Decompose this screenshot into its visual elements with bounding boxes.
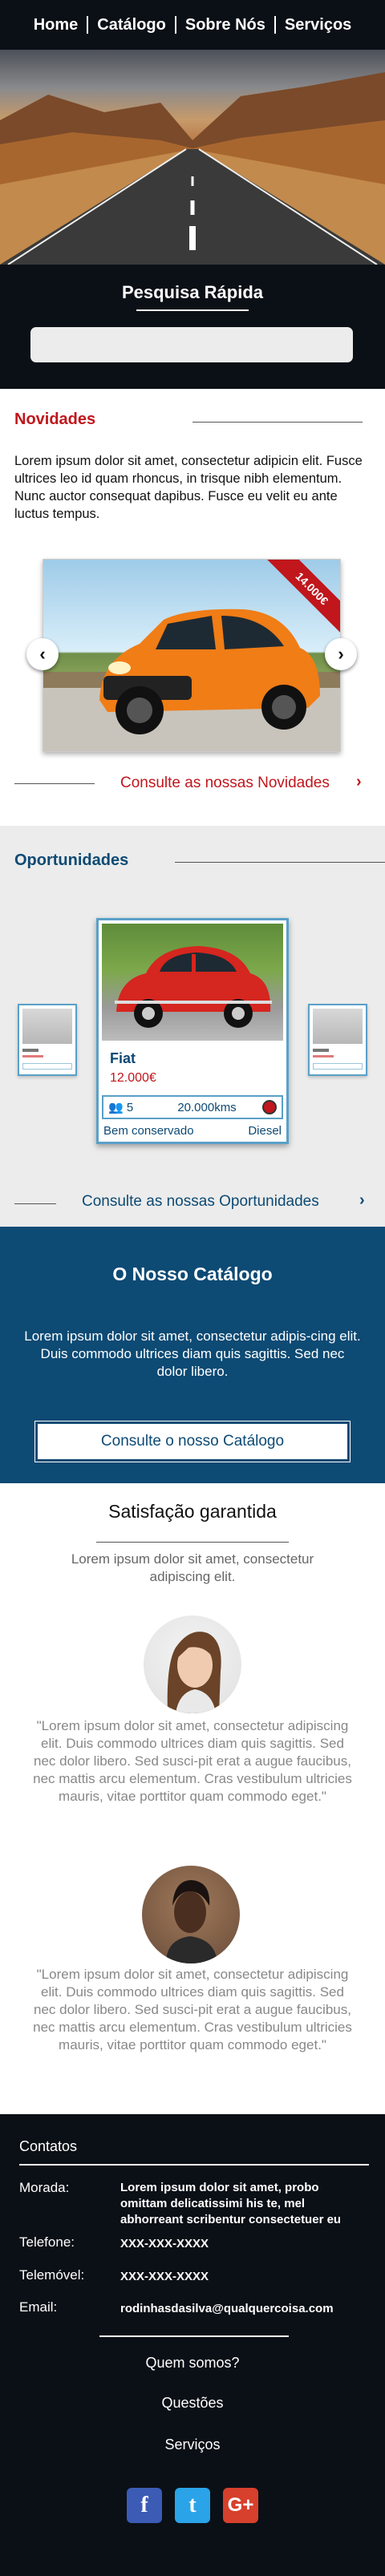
footer-heading: Contatos (19, 2138, 78, 2154)
divider (99, 2335, 289, 2337)
phone-value: XXX-XXX-XXXX (120, 2237, 209, 2250)
footer: Contatos Morada: Lorem ipsum dolor sit a… (0, 2114, 385, 2576)
phone-label: Telefone: (19, 2234, 75, 2250)
specs-placeholder (313, 1063, 363, 1070)
catalogo-title: O Nosso Catálogo (112, 1264, 273, 1284)
avatar (142, 1866, 240, 1963)
car-card-preview-left[interactable] (18, 1004, 77, 1076)
oportunidades-link[interactable]: Consulte as nossas Oportunidades (82, 1193, 319, 1211)
google-plus-icon[interactable]: G+ (223, 2488, 258, 2523)
catalogo-button[interactable]: Consulte o nosso Catálogo (34, 1421, 351, 1462)
testimonial-quote: "Lorem ipsum dolor sit amet, consectetur… (33, 1718, 352, 1804)
divider (96, 1542, 289, 1543)
text-placeholder (22, 1049, 38, 1052)
oportunidades-title: Oportunidades (14, 851, 129, 869)
divider (175, 862, 385, 863)
car-name: Fiat (110, 1050, 136, 1066)
nav-sobre-nos[interactable]: Sobre Nós (174, 16, 274, 34)
carousel-prev-button[interactable]: ‹ (26, 638, 59, 670)
search-title: Pesquisa Rápida (121, 282, 264, 302)
text-placeholder (22, 1055, 43, 1057)
satisfacao-subtitle: Lorem ipsum dolor sit amet, consectetur … (71, 1551, 314, 1584)
novidades-card[interactable]: 14.000€ (43, 559, 341, 752)
catalogo-section: O Nosso Catálogo Lorem ipsum dolor sit a… (0, 1227, 385, 1483)
social-links: f t G+ (0, 2488, 385, 2523)
nav-home[interactable]: Home (25, 16, 87, 34)
man-portrait-image (166, 1880, 217, 1963)
catalogo-text: Lorem ipsum dolor sit amet, consectetur … (24, 1328, 361, 1379)
car-card-preview-right[interactable] (308, 1004, 367, 1076)
people-icon: 👥 (108, 1101, 124, 1114)
car-seats: 5 (126, 1101, 134, 1114)
address-value: Lorem ipsum dolor sit amet, probo omitta… (120, 2181, 342, 2226)
novidades-link[interactable]: Consulte as nossas Novidades (120, 774, 330, 792)
text-placeholder (313, 1049, 329, 1052)
footer-link-questoes[interactable]: Questões (0, 2395, 385, 2412)
car-km: 20.000kms (177, 1100, 237, 1114)
divider (136, 309, 249, 311)
footer-link-quem-somos[interactable]: Quem somos? (0, 2355, 385, 2372)
car-specs: 👥 5 20.000kms (102, 1095, 283, 1119)
chevron-right-icon[interactable]: › (359, 1191, 365, 1210)
footer-link-servicos[interactable]: Serviços (0, 2436, 385, 2453)
divider (19, 2164, 369, 2166)
seats-info: 👥 5 (103, 1100, 152, 1114)
car-image (102, 924, 283, 1041)
novidades-title: Novidades (14, 410, 96, 428)
divider (14, 783, 95, 784)
chevron-left-icon: ‹ (39, 644, 46, 664)
color-swatch-icon (262, 1100, 277, 1114)
red-fiat-image (115, 946, 272, 1028)
search-input[interactable] (30, 327, 353, 362)
car-fuel: Diesel (248, 1124, 282, 1138)
oportunidades-section: Oportunidades Fiat 12.000€ 👥 5 20.000kms… (0, 826, 385, 1227)
text-placeholder (313, 1055, 334, 1057)
novidades-text: Lorem ipsum dolor sit amet, consectetur … (14, 454, 363, 521)
satisfacao-title: Satisfação garantida (108, 1501, 277, 1522)
facebook-icon[interactable]: f (127, 2488, 162, 2523)
chevron-right-icon: › (338, 644, 344, 664)
email-label: Email: (19, 2299, 58, 2315)
chevron-right-icon[interactable]: › (356, 773, 362, 791)
car-thumbnail (313, 1009, 363, 1044)
car-price: 12.000€ (110, 1071, 156, 1085)
testimonial-quote: "Lorem ipsum dolor sit amet, consectetur… (33, 1967, 352, 2052)
address-label: Morada: (19, 2180, 70, 2195)
quick-search: Pesquisa Rápida (0, 265, 385, 389)
divider (14, 1203, 56, 1204)
top-nav: Home Catálogo Sobre Nós Serviços (0, 0, 385, 50)
mobile-value: XXX-XXX-XXXX (120, 2270, 209, 2283)
carousel-next-button[interactable]: › (325, 638, 357, 670)
divider (192, 422, 363, 423)
mobile-label: Telemóvel: (19, 2267, 85, 2283)
woman-portrait-image (167, 1632, 221, 1713)
email-value[interactable]: rodinhasdasilva@qualquercoisa.com (120, 2301, 369, 2317)
specs-placeholder (22, 1063, 72, 1070)
car-condition: Bem conservado (103, 1124, 194, 1138)
car-card[interactable]: Fiat 12.000€ 👥 5 20.000kms Bem conservad… (96, 918, 289, 1144)
nav-servicos[interactable]: Serviços (274, 16, 360, 34)
nav-catalogo[interactable]: Catálogo (87, 16, 175, 34)
car-thumbnail (22, 1009, 72, 1044)
avatar (144, 1616, 241, 1713)
twitter-icon[interactable]: t (175, 2488, 210, 2523)
